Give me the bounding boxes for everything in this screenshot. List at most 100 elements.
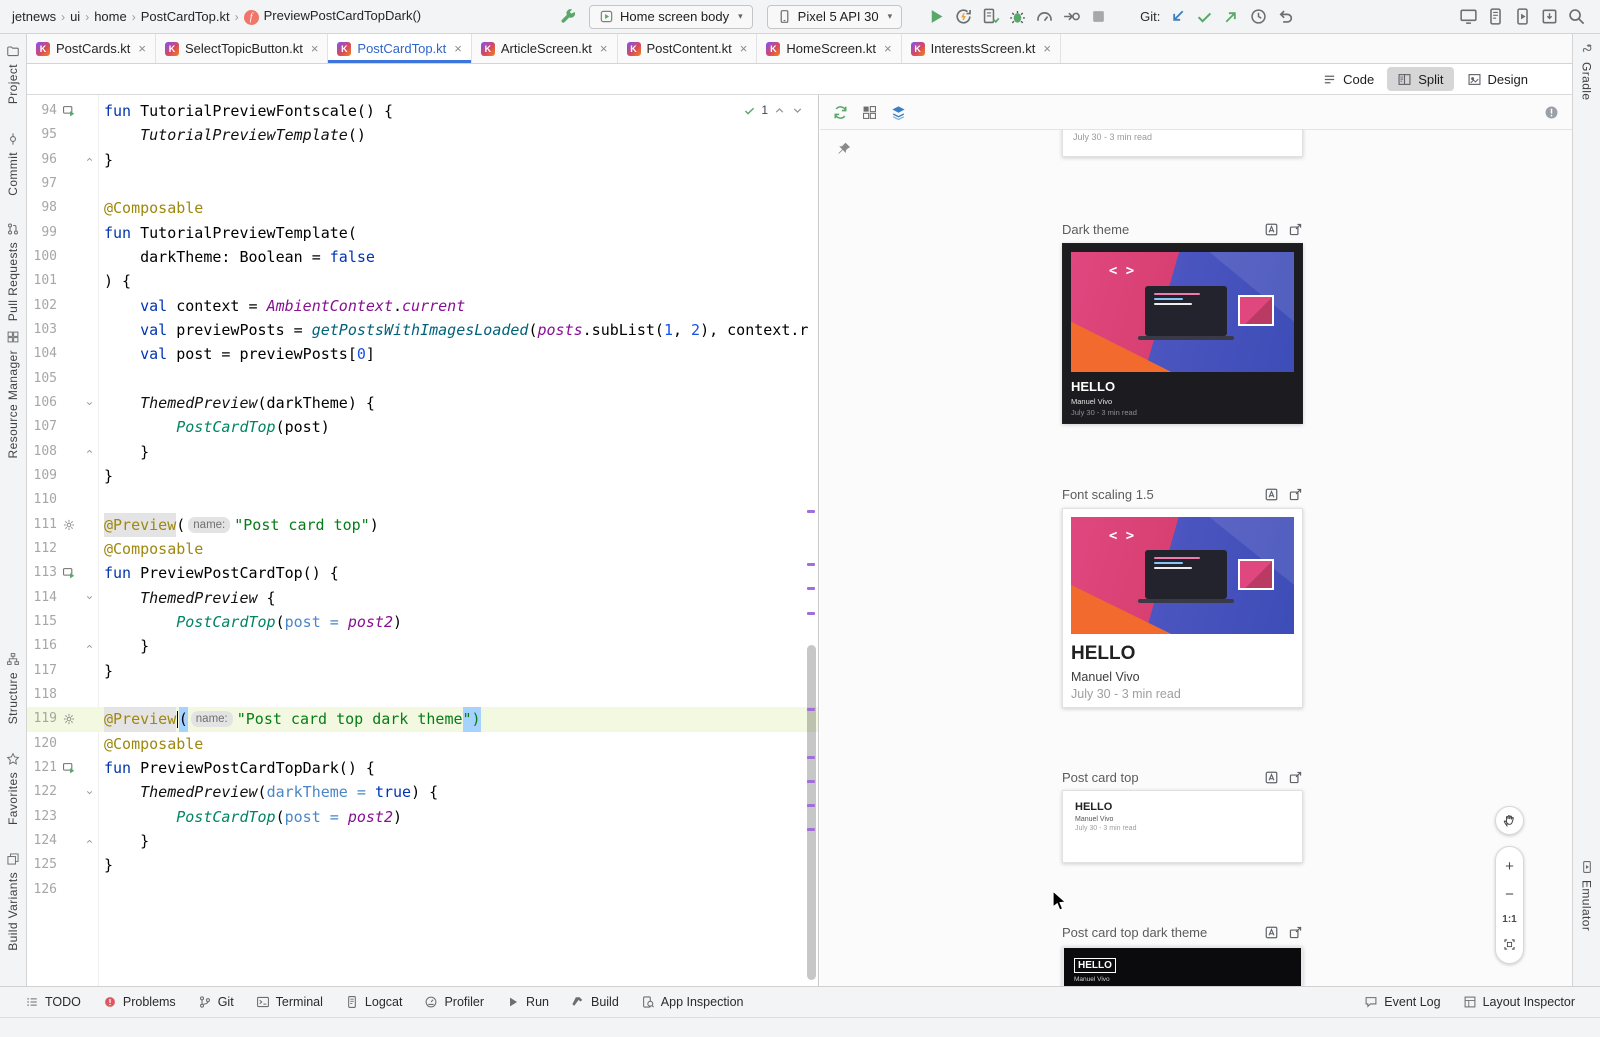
tool-button-resource-manager[interactable]: Resource Manager <box>0 330 26 458</box>
build-refresh-icon[interactable] <box>832 104 849 121</box>
view-mode-design[interactable]: Design <box>1457 67 1538 91</box>
close-icon[interactable]: × <box>884 41 892 56</box>
toolwindow-profiler[interactable]: Profiler <box>413 987 495 1017</box>
zoom-fit-button[interactable] <box>1503 938 1516 951</box>
apply-code-changes-icon[interactable] <box>981 7 1000 26</box>
deploy-preview-icon[interactable] <box>1288 222 1303 237</box>
deploy-preview-icon[interactable] <box>1288 770 1303 785</box>
preview-card-dark-theme[interactable]: < >HELLOManuel VivoJuly 30 - 3 min read <box>1062 243 1303 424</box>
toolwindow-terminal[interactable]: Terminal <box>245 987 334 1017</box>
toolwindow-git[interactable]: Git <box>187 987 245 1017</box>
fold-marker[interactable] <box>81 788 97 797</box>
tool-button-emulator[interactable]: Emulator <box>1573 860 1600 931</box>
layout-inspector-icon[interactable] <box>1459 7 1478 26</box>
run-icon[interactable] <box>927 7 946 26</box>
interactive-preview-icon[interactable] <box>1264 487 1279 502</box>
code-editor[interactable]: 94fun TutorialPreviewFontscale() {95 Tut… <box>27 95 819 986</box>
breadcrumb-item-jetnews[interactable]: jetnews <box>10 9 58 24</box>
close-icon[interactable]: × <box>600 41 608 56</box>
prev-issue-icon[interactable] <box>773 104 786 117</box>
view-options-icon[interactable] <box>861 104 878 121</box>
toolwindow-layout-inspector[interactable]: Layout Inspector <box>1452 987 1586 1017</box>
fold-marker[interactable] <box>81 447 97 456</box>
view-mode-code[interactable]: Code <box>1312 67 1384 91</box>
fold-marker[interactable] <box>81 593 97 602</box>
update-project-icon[interactable] <box>1168 7 1187 26</box>
deploy-preview-icon[interactable] <box>1288 487 1303 502</box>
toolwindow-build[interactable]: Build <box>560 987 630 1017</box>
pin-icon[interactable] <box>836 141 852 157</box>
avd-manager-icon[interactable] <box>1513 7 1532 26</box>
tool-button-favorites[interactable]: Favorites <box>0 752 26 825</box>
interactive-preview-icon[interactable] <box>1264 222 1279 237</box>
breadcrumb-item-postcardtop-kt[interactable]: PostCardTop.kt <box>139 9 232 24</box>
tool-button-pull-requests[interactable]: Pull Requests <box>0 222 26 321</box>
fold-marker[interactable] <box>81 642 97 651</box>
debug-icon[interactable] <box>1008 7 1027 26</box>
breadcrumb-item-previewpostcardtopdark[interactable]: fPreviewPostCardTopDark() <box>242 8 424 25</box>
rollback-icon[interactable] <box>1276 7 1295 26</box>
tab-homescreen-kt[interactable]: KHomeScreen.kt× <box>757 34 901 63</box>
preview-card-post-card-top-dark-theme[interactable]: HELLOManuel Vivo <box>1062 946 1303 986</box>
run-preview-icon[interactable] <box>57 761 81 775</box>
close-icon[interactable]: × <box>740 41 748 56</box>
apply-changes-icon[interactable] <box>954 7 973 26</box>
breadcrumb-item-home[interactable]: home <box>92 9 129 24</box>
tool-button-commit[interactable]: Commit <box>0 132 26 196</box>
stop-icon[interactable] <box>1089 7 1108 26</box>
search-icon[interactable] <box>1567 7 1586 26</box>
next-issue-icon[interactable] <box>791 104 804 117</box>
fold-marker[interactable] <box>81 155 97 164</box>
device-select[interactable]: Pixel 5 API 30▾ <box>767 5 902 29</box>
profile-icon[interactable] <box>1035 7 1054 26</box>
fold-marker[interactable] <box>81 837 97 846</box>
toolwindow-app-inspection[interactable]: App Inspection <box>630 987 755 1017</box>
breadcrumb-item-ui[interactable]: ui <box>68 9 82 24</box>
close-icon[interactable]: × <box>311 41 319 56</box>
tool-button-build-variants[interactable]: Build Variants <box>0 852 26 951</box>
toolwindow-problems[interactable]: Problems <box>92 987 187 1017</box>
preview-card-post-card-top[interactable]: HELLOManuel VivoJuly 30 - 3 min read <box>1062 790 1303 863</box>
tab-postcardtop-kt[interactable]: KPostCardTop.kt× <box>328 34 471 63</box>
toolwindow-logcat[interactable]: Logcat <box>334 987 414 1017</box>
fold-marker[interactable] <box>81 399 97 408</box>
attach-debugger-icon[interactable] <box>1062 7 1081 26</box>
view-mode-split[interactable]: Split <box>1387 67 1453 91</box>
gear-icon[interactable] <box>57 712 81 726</box>
editor-scrollbar-thumb[interactable] <box>807 645 816 980</box>
gear-icon[interactable] <box>57 518 81 532</box>
sdk-manager-icon[interactable] <box>1540 7 1559 26</box>
tool-button-gradle[interactable]: Gradle <box>1573 42 1600 100</box>
pan-button[interactable] <box>1495 806 1524 835</box>
inspections-widget[interactable]: 1 <box>743 103 804 117</box>
wrench-icon[interactable] <box>559 7 578 26</box>
push-icon[interactable] <box>1222 7 1241 26</box>
device-file-explorer-icon[interactable] <box>1486 7 1505 26</box>
toolwindow-todo[interactable]: TODO <box>14 987 92 1017</box>
zoom-in-button[interactable]: + <box>1505 859 1514 874</box>
deploy-preview-icon[interactable] <box>1288 925 1303 940</box>
interactive-preview-icon[interactable] <box>1264 925 1279 940</box>
zoom-out-button[interactable]: − <box>1505 887 1514 902</box>
tab-interestsscreen-kt[interactable]: KInterestsScreen.kt× <box>902 34 1061 63</box>
close-icon[interactable]: × <box>1043 41 1051 56</box>
run-preview-icon[interactable] <box>57 104 81 118</box>
interactive-preview-icon[interactable] <box>1264 770 1279 785</box>
history-icon[interactable] <box>1249 7 1268 26</box>
preview-card-font-scaling-1-5[interactable]: < >HELLOManuel VivoJuly 30 - 3 min read <box>1062 508 1303 708</box>
zoom-actual-button[interactable]: 1:1 <box>1502 915 1516 925</box>
layers-icon[interactable] <box>890 104 907 121</box>
toolwindow-event-log[interactable]: Event Log <box>1353 987 1451 1017</box>
tab-selecttopicbutton-kt[interactable]: KSelectTopicButton.kt× <box>156 34 328 63</box>
run-configuration-select[interactable]: Home screen body▾ <box>589 5 753 29</box>
run-preview-icon[interactable] <box>57 566 81 580</box>
commit-icon[interactable] <box>1195 7 1214 26</box>
close-icon[interactable]: × <box>138 41 146 56</box>
tab-postcontent-kt[interactable]: KPostContent.kt× <box>618 34 758 63</box>
close-icon[interactable]: × <box>454 41 462 56</box>
tab-articlescreen-kt[interactable]: KArticleScreen.kt× <box>472 34 618 63</box>
tab-postcards-kt[interactable]: KPostCards.kt× <box>27 34 156 63</box>
tool-button-structure[interactable]: Structure <box>0 652 26 724</box>
toolwindow-run[interactable]: Run <box>495 987 560 1017</box>
tool-button-project[interactable]: Project <box>0 44 26 104</box>
